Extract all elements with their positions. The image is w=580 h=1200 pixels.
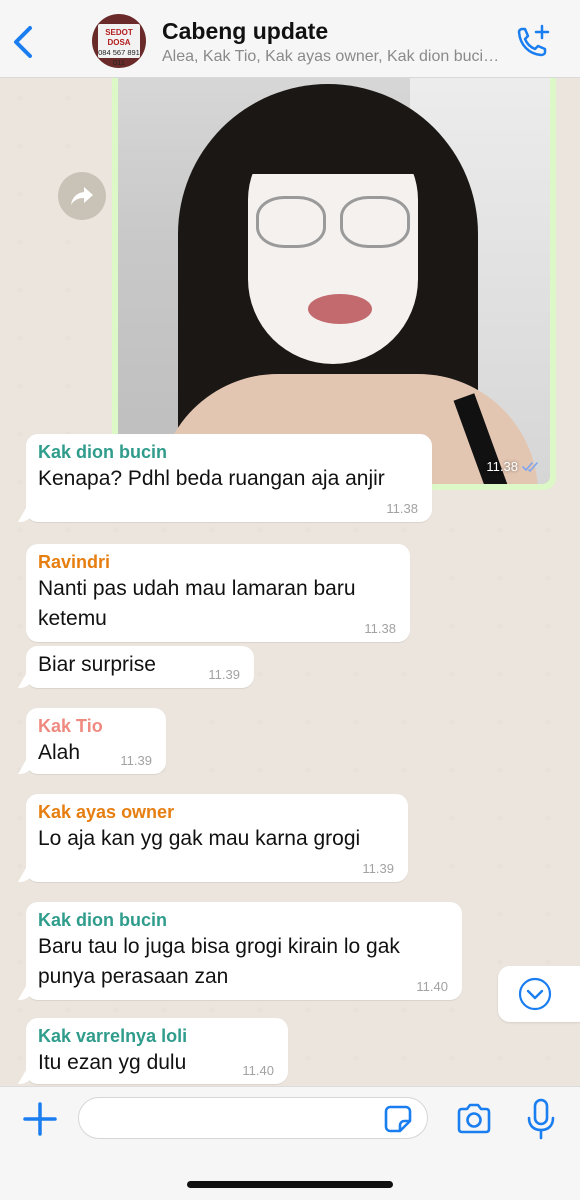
microphone-button[interactable] [524,1097,558,1141]
message-text: Itu ezan yg dulu [38,1051,187,1074]
message-text: Baru tau lo juga bisa grogi kirain lo ga… [38,935,400,988]
chat-header: SEDOT DOSA 084 567 891 011 Cabeng update… [0,0,580,78]
chat-title[interactable]: Cabeng update [162,18,328,45]
chevron-down-circle-icon [518,977,552,1011]
message-sender: Kak dion bucin [38,442,168,462]
sticker-button[interactable] [382,1103,414,1135]
message-bubble[interactable]: Kak dion bucin Baru tau lo juga bisa gro… [26,902,462,1000]
message-time: 11.39 [208,667,240,682]
message-sender: Kak ayas owner [38,802,175,822]
microphone-icon [527,1098,555,1140]
photo-glasses-right [340,196,410,248]
message-input[interactable] [78,1097,428,1139]
forward-arrow-icon [71,187,93,205]
group-avatar[interactable]: SEDOT DOSA 084 567 891 011 [92,14,146,68]
forward-button[interactable] [58,172,106,220]
double-check-icon [522,461,538,472]
avatar-sign-number: 084 567 891 011 [98,48,140,67]
message-time: 11.40 [416,979,448,994]
message-bubble[interactable]: Kak Tio Alah 11.39 [26,708,166,774]
chevron-left-icon [14,26,32,58]
image-message[interactable]: 11.38 [112,78,556,490]
image-time: 11.38 [486,459,518,474]
phone-plus-icon [517,24,550,57]
photo-bangs [238,104,428,174]
message-time: 11.39 [362,861,394,876]
avatar-sign: SEDOT DOSA 084 567 891 011 [98,24,140,67]
message-bubble[interactable]: Kak ayas owner Lo aja kan yg gak mau kar… [26,794,408,882]
photo-glasses-left [256,196,326,248]
message-text: Lo aja kan yg gak mau karna grogi [38,827,361,850]
photo-lips [308,294,372,324]
message-sender: Ravindri [38,552,111,572]
message-bubble[interactable]: Kak varrelnya loli Itu ezan yg dulu 11.4… [26,1018,288,1084]
message-text: Nanti pas udah mau lamaran baru ketemu [38,577,356,630]
message-bubble[interactable]: Kak dion bucin Kenapa? Pdhl beda ruangan… [26,434,432,522]
sticker-icon [384,1105,412,1133]
message-time: 11.40 [242,1063,274,1078]
plus-icon [23,1102,57,1136]
image-timestamp: 11.38 [486,459,540,474]
chat-participants[interactable]: Alea, Kak Tio, Kak ayas owner, Kak dion … [162,48,502,66]
chat-area[interactable]: 11.38 Kak dion bucin Kenapa? Pdhl beda r… [0,78,580,1086]
message-text: Kenapa? Pdhl beda ruangan aja anjir [38,467,385,490]
message-time: 11.38 [386,501,418,516]
message-bubble[interactable]: Ravindri Nanti pas udah mau lamaran baru… [26,544,410,642]
message-composer [0,1086,580,1200]
add-call-button[interactable] [512,24,552,60]
message-time: 11.39 [120,753,152,768]
back-button[interactable] [8,22,40,62]
camera-icon [457,1103,491,1134]
scroll-to-bottom-button[interactable] [498,966,580,1022]
message-sender: Kak Tio [38,716,103,736]
avatar-sign-title: SEDOT DOSA [105,28,133,47]
home-indicator[interactable] [187,1181,393,1188]
camera-button[interactable] [454,1101,494,1137]
message-bubble[interactable]: Biar surprise 11.39 [26,646,254,688]
message-sender: Kak varrelnya loli [38,1026,188,1046]
message-sender: Kak dion bucin [38,910,168,930]
message-time: 11.38 [364,621,396,636]
attach-button[interactable] [20,1099,60,1139]
selfie-photo[interactable]: 11.38 [118,78,550,484]
